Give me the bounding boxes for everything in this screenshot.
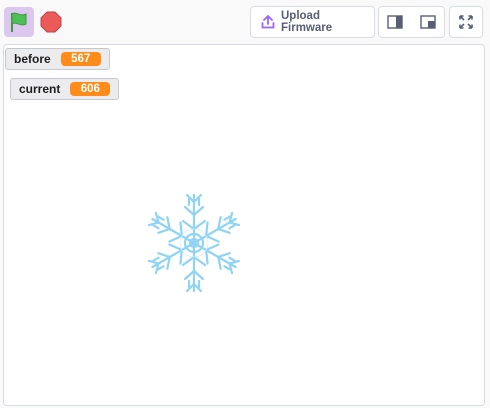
large-stage-icon [419, 15, 436, 29]
stop-sign-icon [40, 11, 62, 33]
small-stage-button[interactable] [378, 6, 412, 38]
variable-monitor-current[interactable]: current 606 [10, 78, 120, 100]
green-flag-button[interactable] [4, 7, 34, 37]
monitor-value: 606 [70, 82, 111, 96]
large-stage-button[interactable] [411, 6, 445, 38]
monitor-value: 567 [60, 52, 101, 66]
green-flag-icon [8, 11, 30, 33]
fullscreen-icon [459, 15, 473, 29]
stage-toolbar: Upload Firmware [0, 0, 490, 44]
variable-monitor-before[interactable]: before 567 [5, 48, 110, 70]
monitor-label: current [19, 82, 61, 96]
stage-canvas[interactable]: before 567 current 606 [3, 44, 485, 406]
upload-firmware-button[interactable]: Upload Firmware [250, 6, 375, 38]
monitor-label: before [14, 52, 51, 66]
snowflake-icon [142, 191, 246, 300]
fullscreen-button[interactable] [449, 6, 483, 38]
upload-icon [261, 15, 275, 29]
upload-firmware-label: Upload Firmware [281, 10, 333, 34]
small-stage-icon [387, 15, 403, 29]
stop-button[interactable] [38, 9, 64, 35]
snowflake-sprite[interactable] [142, 191, 246, 300]
